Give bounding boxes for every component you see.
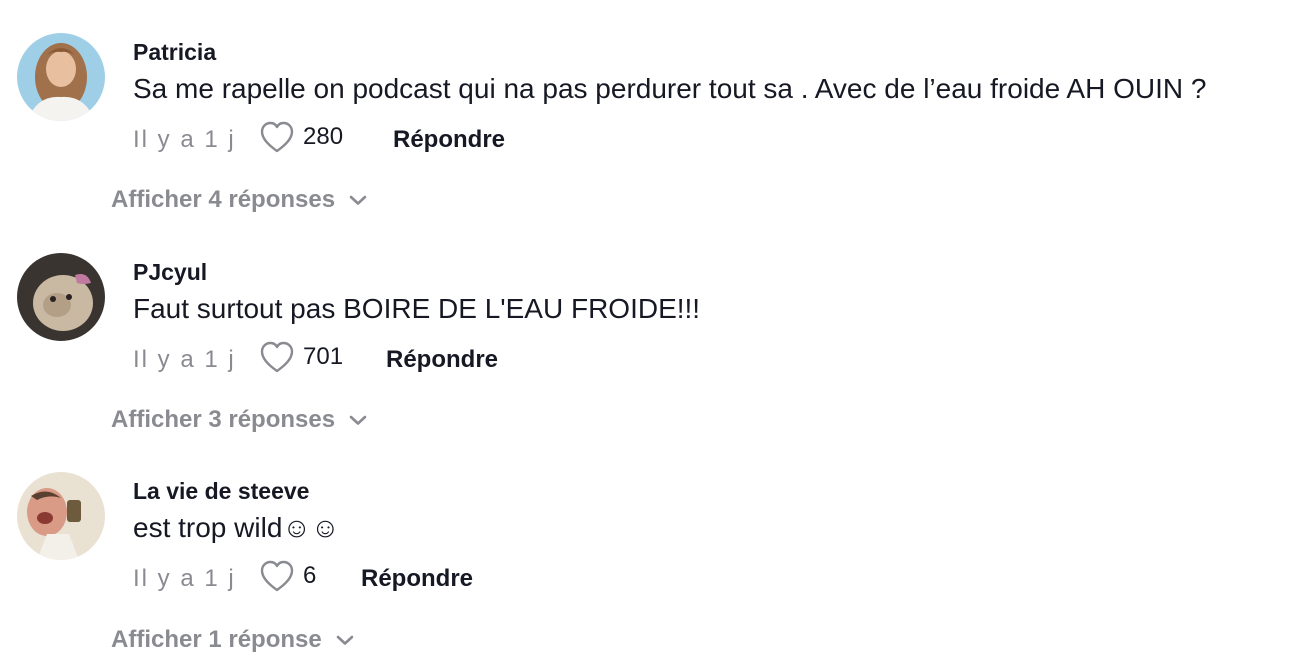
- view-replies-label: Afficher 4 réponses: [111, 186, 336, 213]
- like-count: 701: [303, 343, 344, 370]
- chevron-down-icon: [336, 635, 354, 645]
- comment-item: PJcyul Faut surtout pas BOIRE DE L'EAU F…: [0, 220, 1300, 440]
- comment-item: Patricia Sa me rapelle on podcast qui na…: [0, 0, 1300, 220]
- view-replies-button[interactable]: Afficher 1 réponse: [111, 625, 354, 655]
- like-count: 6: [303, 562, 317, 589]
- comment-item: La vie de steeve est trop wild☺☺ Il y a …: [0, 439, 1300, 659]
- comment-text: Sa me rapelle on podcast qui na pas perd…: [133, 73, 1207, 104]
- like-button[interactable]: 280: [259, 120, 343, 154]
- reply-button[interactable]: Répondre: [393, 125, 505, 155]
- view-replies-label: Afficher 1 réponse: [111, 626, 322, 653]
- comment-text: Faut surtout pas BOIRE DE L'EAU FROIDE!!…: [133, 293, 701, 324]
- comment-text: est trop wild☺☺: [133, 512, 340, 543]
- avatar[interactable]: [17, 33, 105, 121]
- avatar[interactable]: [17, 253, 105, 341]
- chevron-down-icon: [349, 415, 367, 425]
- like-button[interactable]: 701: [259, 340, 343, 374]
- chevron-down-icon: [349, 195, 367, 205]
- reply-button[interactable]: Répondre: [386, 345, 498, 375]
- view-replies-button[interactable]: Afficher 3 réponses: [111, 405, 367, 435]
- avatar[interactable]: [17, 472, 105, 560]
- reply-button[interactable]: Répondre: [361, 564, 473, 594]
- view-replies-label: Afficher 3 réponses: [111, 406, 336, 433]
- heart-outline-icon: [260, 121, 294, 153]
- comment-username[interactable]: Patricia: [133, 38, 216, 66]
- like-count: 280: [303, 123, 344, 150]
- comment-timestamp: Il y a 1 j: [133, 126, 236, 153]
- comment-username[interactable]: PJcyul: [133, 258, 207, 286]
- comment-timestamp: Il y a 1 j: [133, 346, 236, 373]
- comment-timestamp: Il y a 1 j: [133, 565, 236, 592]
- view-replies-button[interactable]: Afficher 4 réponses: [111, 185, 367, 215]
- heart-outline-icon: [260, 560, 294, 592]
- comment-username[interactable]: La vie de steeve: [133, 477, 309, 505]
- like-button[interactable]: 6: [259, 559, 316, 593]
- heart-outline-icon: [260, 341, 294, 373]
